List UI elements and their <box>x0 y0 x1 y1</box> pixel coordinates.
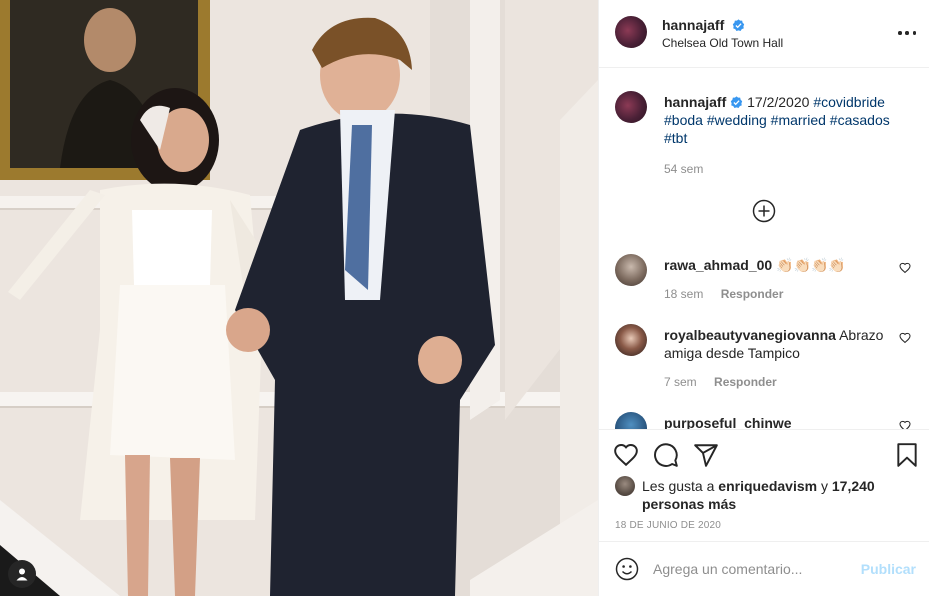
comment-like-heart-icon[interactable] <box>899 262 911 274</box>
caption-age[interactable]: 54 sem <box>664 162 703 176</box>
caption-date: 17/2/2020 <box>747 94 810 110</box>
hashtag-link[interactable]: #wedding <box>707 112 767 128</box>
comment-body: 👏🏻👏🏻👏🏻👏🏻 <box>776 257 846 273</box>
commenter-username[interactable]: purposeful_chinwe <box>664 415 792 429</box>
post-photo[interactable] <box>0 0 598 596</box>
commenter-avatar[interactable] <box>615 412 647 429</box>
liker-avatar[interactable] <box>615 476 635 496</box>
share-icon[interactable] <box>693 442 719 468</box>
post-date[interactable]: 18 DE JUNIO DE 2020 <box>615 520 721 531</box>
user-tag-icon[interactable] <box>8 560 36 588</box>
commenter-username[interactable]: rawa_ahmad_00 <box>664 257 772 273</box>
bookmark-icon[interactable] <box>894 442 920 468</box>
more-options-icon[interactable] <box>898 24 916 42</box>
post-actions: Les gusta a enriquedavism y 17,240 perso… <box>599 429 929 541</box>
wedding-photo-image <box>0 0 598 596</box>
hashtag-link[interactable]: #tbt <box>664 130 687 146</box>
commenter-avatar[interactable] <box>615 324 647 356</box>
comment-age[interactable]: 7 sem <box>664 375 697 389</box>
liker-username[interactable]: enriquedavism <box>718 478 817 494</box>
plus-circle-icon[interactable] <box>752 199 776 223</box>
hashtag-link[interactable]: #covidbride <box>813 94 885 110</box>
post-header: hannajaff Chelsea Old Town Hall <box>599 0 929 68</box>
author-avatar[interactable] <box>615 16 647 48</box>
comment-meta: 7 sem Responder <box>664 375 791 389</box>
verified-badge-icon <box>732 19 745 32</box>
commenter-avatar[interactable] <box>615 254 647 286</box>
comment-icon[interactable] <box>653 442 679 468</box>
commenter-username[interactable]: royalbeautyvanegiovanna <box>664 327 836 343</box>
post-location[interactable]: Chelsea Old Town Hall <box>662 36 783 50</box>
comment-text: royalbeautyvanegiovanna Abrazo amiga des… <box>664 326 884 362</box>
likes-prefix: Les gusta a <box>642 478 715 494</box>
caption-username[interactable]: hannajaff <box>664 94 726 110</box>
likes-conjunction: y <box>821 478 828 494</box>
reply-button[interactable]: Responder <box>714 375 777 389</box>
comment-like-heart-icon[interactable] <box>899 420 911 429</box>
hashtag-link[interactable]: #casados <box>830 112 890 128</box>
comments-list[interactable]: hannajaff 17/2/2020 #covidbride #boda #w… <box>599 69 929 429</box>
author-username[interactable]: hannajaff <box>662 17 745 33</box>
reply-button[interactable]: Responder <box>721 287 784 301</box>
verified-badge-icon <box>731 96 743 109</box>
comment-input[interactable] <box>653 556 853 582</box>
author-username-text[interactable]: hannajaff <box>662 17 724 33</box>
caption-avatar[interactable] <box>615 91 647 123</box>
comment-like-heart-icon[interactable] <box>899 332 911 344</box>
comment-age[interactable]: 18 sem <box>664 287 703 301</box>
hashtag-link[interactable]: #married <box>771 112 826 128</box>
publish-button[interactable]: Publicar <box>861 561 916 577</box>
emoji-icon[interactable] <box>615 557 639 581</box>
comment-text: rawa_ahmad_00 👏🏻👏🏻👏🏻👏🏻 <box>664 256 884 274</box>
comment-meta: 18 sem Responder <box>664 287 797 301</box>
heart-icon[interactable] <box>613 442 639 468</box>
hashtag-link[interactable]: #boda <box>664 112 703 128</box>
comment-text: purposeful_chinwe <box>664 414 884 429</box>
post-side-panel: hannajaff Chelsea Old Town Hall hannajaf… <box>598 0 929 596</box>
add-comment-bar: Publicar <box>599 541 929 596</box>
caption-text: hannajaff 17/2/2020 #covidbride #boda #w… <box>664 93 904 147</box>
likes-text: Les gusta a enriquedavism y 17,240 perso… <box>642 477 912 513</box>
